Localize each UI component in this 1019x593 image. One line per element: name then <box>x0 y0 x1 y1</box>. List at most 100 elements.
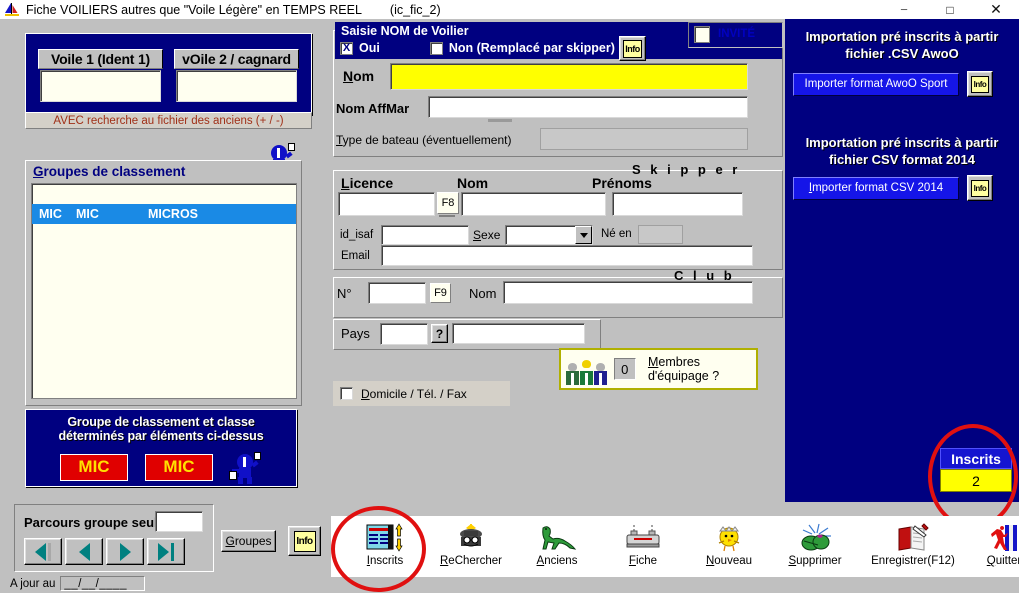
prenoms-input[interactable] <box>612 192 743 216</box>
non-checkbox[interactable] <box>429 41 443 55</box>
import2-title-line1: Importation pré inscrits à partir <box>805 135 999 150</box>
prenoms-label: Prénoms <box>592 175 652 191</box>
toolbar-label: Nouveau <box>705 555 753 567</box>
invite-checkbox[interactable] <box>694 26 710 43</box>
book-write-icon <box>893 521 933 553</box>
info-page-icon: Info <box>293 530 316 552</box>
club-numero-input[interactable] <box>368 282 426 304</box>
groups-listbox[interactable]: MIC MIC MICROS <box>31 183 297 399</box>
toolbar-button-nouveau[interactable]: Nouveau <box>686 521 772 573</box>
affmar-label: Nom AffMar <box>336 101 410 116</box>
f9-button[interactable]: F9 <box>430 283 451 303</box>
nav-first-icon[interactable] <box>24 538 62 565</box>
sexe-select[interactable] <box>505 225 593 245</box>
sail1-input[interactable] <box>40 70 161 102</box>
printer-icon <box>623 521 663 553</box>
window-title: Fiche VOILIERS autres que "Voile Légère"… <box>26 2 362 17</box>
domicile-checkbox[interactable] <box>340 387 353 400</box>
info-button[interactable]: Info <box>619 36 646 61</box>
type-bateau-input[interactable] <box>540 128 748 150</box>
application-window: Fiche VOILIERS autres que "Voile Légère"… <box>0 0 1019 593</box>
groups-title-accel: G <box>33 164 44 179</box>
info-button[interactable]: Info <box>967 175 993 201</box>
running-man-exit-icon <box>986 521 1019 553</box>
equipage-accel: M <box>647 355 659 369</box>
parcours-input[interactable] <box>155 511 203 532</box>
idisaf-input[interactable] <box>381 225 469 245</box>
info-button[interactable]: Info <box>288 526 321 556</box>
oui-checkbox[interactable]: X <box>340 41 353 55</box>
sail2-group: vOile 2 / cagnard <box>174 49 299 102</box>
summary-line-2: déterminés par éléments ci-dessus <box>58 429 264 443</box>
sail2-input[interactable] <box>176 70 297 102</box>
list-item[interactable]: MIC MIC MICROS <box>32 204 296 224</box>
groupes-button[interactable]: Groupes <box>221 530 276 552</box>
ajour-value[interactable]: __/__/____ <box>60 576 146 591</box>
groups-title-rest: roupes de classement <box>43 164 186 179</box>
group-badge-2: MIC <box>145 453 213 481</box>
affmar-input[interactable] <box>428 96 748 118</box>
non-label: Non (Remplacé par skipper) <box>448 41 615 55</box>
email-input[interactable] <box>381 245 753 266</box>
close-button[interactable]: ✕ <box>973 0 1019 19</box>
divider <box>439 215 455 217</box>
equipage-label: Membres d'équipage ? <box>648 355 756 383</box>
sail2-label-text: vOile 2 / cagnard <box>182 51 291 67</box>
club-nom-label: Nom <box>469 286 497 301</box>
parcours-label: Parcours groupe seul <box>24 515 158 530</box>
licence-rest: icence <box>349 175 394 191</box>
nom-input[interactable] <box>390 63 748 90</box>
info-button[interactable]: Info <box>967 71 993 97</box>
group-badge-1: MIC <box>60 453 128 481</box>
toolbar-button-enregistrer[interactable]: Enregistrer(F12) <box>858 521 968 573</box>
chick-hatching-icon <box>711 521 747 553</box>
info-page-icon: Info <box>623 39 642 58</box>
licence-label: Licence <box>341 175 393 191</box>
f8-button[interactable]: F8 <box>437 192 459 214</box>
nav-last-icon[interactable] <box>147 538 185 565</box>
skipper-nom-input[interactable] <box>461 192 606 216</box>
pays-code-input[interactable] <box>380 323 428 345</box>
ne-en-input[interactable] <box>638 225 683 244</box>
title-bar: Fiche VOILIERS autres que "Voile Légère"… <box>0 0 1019 19</box>
saisie-options-row: X Oui Non (Remplacé par skipper) <box>340 41 615 55</box>
toolbar-button-quitter[interactable]: Quitter <box>961 521 1019 573</box>
sexe-rest: exe <box>481 228 501 242</box>
summary-line-1: Groupe de classement et classe <box>67 415 255 429</box>
oui-label: Oui <box>359 41 380 55</box>
pays-name-input[interactable] <box>452 323 585 344</box>
toolbar-button-rechercher[interactable]: ReChercher <box>428 521 514 573</box>
maximize-button[interactable]: □ <box>927 0 973 19</box>
toolbar-label: Enregistrer(F12) <box>871 555 955 567</box>
domicile-group[interactable]: Domicile / Tél. / Fax <box>333 381 510 406</box>
nav-prev-icon[interactable] <box>65 538 103 565</box>
membres-equipage-button[interactable]: 0 Membres d'équipage ? <box>559 348 758 390</box>
invite-label: INVITÉ <box>718 28 756 40</box>
sexe-label: Sexe <box>473 228 500 242</box>
equipage-count: 0 <box>613 358 636 380</box>
window-code: (ic_fic_2) <box>389 2 441 17</box>
sails-search-note: AVEC recherche au fichier des anciens (+… <box>25 112 312 129</box>
window-controls: − □ ✕ <box>881 0 1019 19</box>
email-label: Email <box>341 250 370 262</box>
minimize-button[interactable]: − <box>881 0 927 19</box>
toolbar-button-supprimer[interactable]: Supprimer <box>772 521 858 573</box>
import2-rest: mporter format CSV 2014 <box>812 182 944 194</box>
import-csv2014-button[interactable]: Importer format CSV 2014 <box>793 176 959 200</box>
info-man-icon[interactable] <box>228 452 262 486</box>
chevron-down-icon[interactable] <box>575 226 592 244</box>
nom-label-accel: N <box>343 68 354 84</box>
licence-input[interactable] <box>338 192 435 216</box>
import-awoo-button[interactable]: Importer format AwoO Sport <box>793 72 959 96</box>
toolbar-button-anciens[interactable]: Anciens <box>514 521 600 573</box>
nav-next-icon[interactable] <box>106 538 144 565</box>
import2-title-line2: fichier CSV format 2014 <box>829 152 975 167</box>
pays-help-button[interactable]: ? <box>431 324 448 343</box>
ajour-row: A jour au __/__/____ <box>10 576 146 591</box>
toolbar-label: Quitter <box>986 555 1019 567</box>
toolbar-button-fiche[interactable]: Fiche <box>600 521 686 573</box>
group-col3: MICROS <box>148 207 198 221</box>
sexe-accel: S <box>473 228 482 242</box>
club-nom-input[interactable] <box>503 281 753 304</box>
saisie-legend: Saisie NOM de Voilier <box>341 24 469 38</box>
